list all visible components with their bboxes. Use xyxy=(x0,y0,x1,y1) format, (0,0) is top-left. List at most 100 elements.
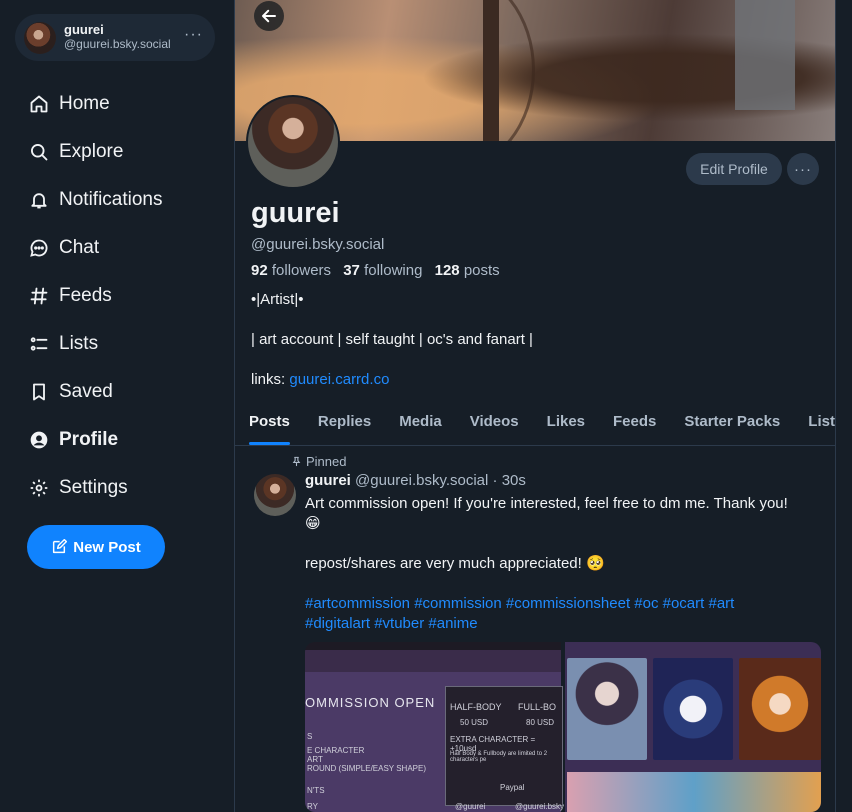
image-text-s: S xyxy=(307,732,313,741)
sidebar-item-label: Notifications xyxy=(59,189,163,210)
followers-stat[interactable]: 92 followers xyxy=(251,262,331,279)
sidebar-item-label: Home xyxy=(59,93,110,114)
tab-videos[interactable]: Videos xyxy=(470,400,519,445)
post-time: · 30s xyxy=(492,472,526,489)
edit-icon xyxy=(53,539,68,554)
post-text-line-1: Art commission open! If you're intereste… xyxy=(305,494,825,534)
links-label: links: xyxy=(251,371,286,388)
paypal-label: Paypal xyxy=(500,783,525,792)
following-count: 37 xyxy=(343,262,360,279)
artwork-strip xyxy=(567,772,821,812)
profile-avatar[interactable] xyxy=(246,95,340,189)
new-post-label: New Post xyxy=(73,538,141,556)
main-column: Edit Profile ··· guurei @guurei.bsky.soc… xyxy=(234,0,836,812)
avatar xyxy=(24,21,56,54)
sidebar-item-feeds[interactable]: Feeds xyxy=(28,272,163,320)
image-text-bg: ROUND (SIMPLE/EASY SHAPE) xyxy=(307,764,426,773)
post-header: guurei @guurei.bsky.social · 30s xyxy=(305,472,526,489)
price-full: 80 USD xyxy=(526,718,555,727)
sidebar-item-label: Settings xyxy=(59,477,128,498)
profile-handle: @guurei.bsky.social xyxy=(251,236,385,253)
post-text: Art commission open! If you're intereste… xyxy=(305,495,788,512)
tab-media[interactable]: Media xyxy=(399,400,442,445)
sidebar-item-chat[interactable]: Chat xyxy=(28,224,163,272)
profile-link[interactable]: guurei.carrd.co xyxy=(289,371,389,388)
price-half: 50 USD xyxy=(460,718,489,727)
limit-note: Half Body & Fullbody are limited to 2 ch… xyxy=(450,751,548,763)
bio-line-1: •|Artist|• xyxy=(251,291,304,308)
image-text-y: RY xyxy=(307,802,318,811)
user-icon xyxy=(28,429,50,451)
hashtag-line-1[interactable]: #artcommission #commission #commissionsh… xyxy=(305,595,734,612)
sidebar-item-label: Profile xyxy=(59,429,119,450)
post-item[interactable]: Pinned guurei @guurei.bsky.social · 30s … xyxy=(235,446,835,812)
bookmark-icon xyxy=(28,381,50,403)
commission-title: OMMISSION OPEN xyxy=(305,695,436,710)
post-author-name[interactable]: guurei xyxy=(305,472,351,489)
account-name: guurei xyxy=(64,22,104,38)
post-text-line-2: repost/shares are very much appreciated!… xyxy=(305,555,605,572)
sidebar-item-label: Explore xyxy=(59,141,124,162)
followers-count: 92 xyxy=(251,262,268,279)
profile-tabs: Posts Replies Media Videos Likes Feeds S… xyxy=(235,400,835,446)
full-body-label: FULL-BO xyxy=(518,702,557,712)
banner-pole xyxy=(483,0,499,141)
gear-icon xyxy=(28,477,50,499)
half-body-label: HALF-BODY xyxy=(450,702,502,712)
sidebar-item-label: Chat xyxy=(59,237,100,258)
sidebar-item-profile[interactable]: Profile xyxy=(28,416,163,464)
hashtag-line-2[interactable]: #digitalart #vtuber #anime xyxy=(305,615,478,632)
hash-icon xyxy=(28,285,50,307)
artwork-thumb xyxy=(653,658,733,760)
list-icon xyxy=(28,333,50,355)
more-options-button[interactable]: ··· xyxy=(787,153,819,185)
app: guurei @guurei.bsky.social ··· Home Expl… xyxy=(0,0,852,812)
sidebar-item-saved[interactable]: Saved xyxy=(28,368,163,416)
posts-label: posts xyxy=(463,262,500,279)
sidebar-nav: Home Explore Notifications Chat Feeds Li… xyxy=(28,80,163,512)
post-author-handle[interactable]: @guurei.bsky.social xyxy=(355,472,488,489)
commission-sheet-image[interactable]: OMMISSION OPEN S E CHARACTER ART ROUND (… xyxy=(305,642,564,812)
account-names: guurei @guurei.bsky.social xyxy=(64,22,171,52)
edit-profile-button[interactable]: Edit Profile xyxy=(686,153,782,185)
post-hashtags: #artcommission #commission #commissionsh… xyxy=(305,594,825,634)
display-name: guurei xyxy=(251,197,340,229)
sidebar-item-notifications[interactable]: Notifications xyxy=(28,176,163,224)
followers-label: followers xyxy=(271,262,332,279)
account-menu-icon[interactable]: ··· xyxy=(184,26,203,44)
tab-lists[interactable]: Lists xyxy=(808,400,835,445)
following-stat[interactable]: 37 following xyxy=(343,262,422,279)
post-emoji: 😁 xyxy=(305,515,321,532)
footer-handle-1: @guurei xyxy=(455,802,486,811)
banner-sign xyxy=(735,0,795,110)
post-avatar[interactable] xyxy=(254,474,296,516)
sidebar-item-explore[interactable]: Explore xyxy=(28,128,163,176)
bio-line-2: | art account | self taught | oc's and f… xyxy=(251,331,533,348)
account-switcher[interactable]: guurei @guurei.bsky.social ··· xyxy=(15,14,215,61)
artwork-grid-image[interactable] xyxy=(565,642,821,812)
posts-stat: 128 posts xyxy=(435,262,500,279)
account-handle: @guurei.bsky.social xyxy=(64,37,171,52)
posts-count: 128 xyxy=(434,262,460,279)
artwork-thumb xyxy=(739,658,821,760)
back-button[interactable] xyxy=(254,1,284,31)
tab-starter-packs[interactable]: Starter Packs xyxy=(684,400,780,445)
following-label: following xyxy=(364,262,423,279)
sidebar-item-home[interactable]: Home xyxy=(28,80,163,128)
tab-posts[interactable]: Posts xyxy=(249,400,290,445)
sidebar-item-settings[interactable]: Settings xyxy=(28,464,163,512)
tab-feeds[interactable]: Feeds xyxy=(613,400,656,445)
image-text-char: E CHARACTER xyxy=(307,746,365,755)
sidebar-item-lists[interactable]: Lists xyxy=(28,320,163,368)
search-icon xyxy=(28,141,50,163)
profile-stats: 92 followers 37 following 128 posts xyxy=(251,262,500,279)
tab-replies[interactable]: Replies xyxy=(318,400,371,445)
post-media[interactable]: OMMISSION OPEN S E CHARACTER ART ROUND (… xyxy=(305,642,821,812)
banner-wire xyxy=(375,0,535,141)
image-text-ts: N'TS xyxy=(307,786,325,795)
bio-links: links: guurei.carrd.co xyxy=(251,371,389,388)
tab-likes[interactable]: Likes xyxy=(547,400,585,445)
bell-icon xyxy=(28,189,50,211)
new-post-button[interactable]: New Post xyxy=(27,525,165,569)
pin-icon xyxy=(292,456,301,467)
